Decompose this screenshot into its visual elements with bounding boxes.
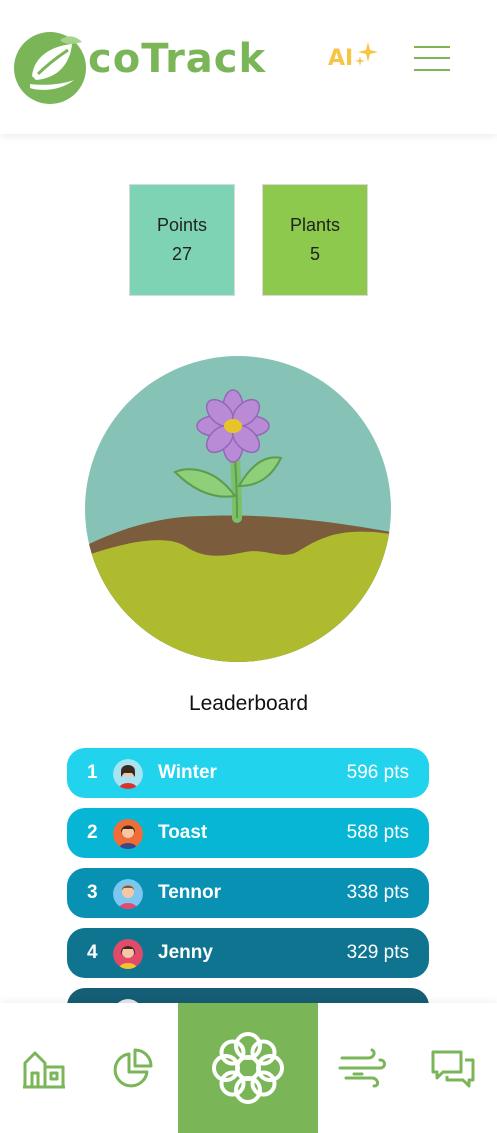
leaderboard-row[interactable]: 1 Winter 596 pts <box>67 748 429 798</box>
plants-stat-card: Plants 5 <box>262 184 368 296</box>
avatar-icon <box>113 939 143 969</box>
app-header: coTrack AI <box>0 0 497 134</box>
player-name: Winter <box>158 762 217 783</box>
rank-number: 1 <box>87 762 98 783</box>
rank-number: 4 <box>87 942 98 963</box>
nav-chat[interactable] <box>408 1003 497 1133</box>
avatar-icon <box>113 879 143 909</box>
leaderboard-row[interactable]: 4 Jenny 329 pts <box>67 928 429 978</box>
pie-chart-icon <box>113 1048 153 1088</box>
avatar-icon <box>113 759 143 789</box>
points-stat-card: Points 27 <box>129 184 235 296</box>
wind-icon <box>338 1048 386 1088</box>
sparkles-icon <box>355 42 378 66</box>
ai-assistant-button[interactable]: AI <box>326 40 382 80</box>
plants-label: Plants <box>289 215 341 235</box>
bottom-navigation <box>0 1003 497 1133</box>
player-points: 338 pts <box>346 882 409 903</box>
flower-icon <box>212 1032 284 1104</box>
menu-line <box>414 69 450 71</box>
nav-home[interactable] <box>0 1003 88 1133</box>
home-icon <box>23 1051 65 1089</box>
app-name: coTrack <box>88 36 267 82</box>
plants-value: 5 <box>309 244 320 264</box>
player-name: Jenny <box>158 942 213 963</box>
nav-statistics[interactable] <box>88 1003 178 1133</box>
leaderboard-row[interactable]: 2 Toast 588 pts <box>67 808 429 858</box>
nav-plant[interactable] <box>178 1003 318 1133</box>
points-label: Points <box>156 215 208 235</box>
leaderboard-row[interactable]: 3 Tennor 338 pts <box>67 868 429 918</box>
chat-bubbles-icon <box>431 1050 474 1088</box>
ai-label: AI <box>328 46 354 71</box>
leaf-logo-icon <box>14 32 86 104</box>
menu-line <box>414 57 450 59</box>
rank-number: 2 <box>87 822 98 843</box>
rank-number: 3 <box>87 882 98 903</box>
nav-emissions[interactable] <box>318 1003 408 1133</box>
points-value: 27 <box>171 244 193 264</box>
page: coTrack AI Points 27 Plants 5 Leaderboar… <box>0 0 497 1133</box>
player-points: 596 pts <box>346 762 409 783</box>
app-logo[interactable]: coTrack <box>12 28 272 108</box>
leaderboard-title: Leaderboard <box>188 692 309 715</box>
player-name: Tennor <box>158 882 221 903</box>
menu-line <box>414 46 450 48</box>
player-points: 588 pts <box>346 822 409 843</box>
flower-plant-illustration <box>85 356 391 662</box>
player-points: 329 pts <box>346 942 409 963</box>
hamburger-menu-button[interactable] <box>412 44 454 74</box>
avatar-icon <box>113 819 143 849</box>
player-name: Toast <box>158 822 208 843</box>
